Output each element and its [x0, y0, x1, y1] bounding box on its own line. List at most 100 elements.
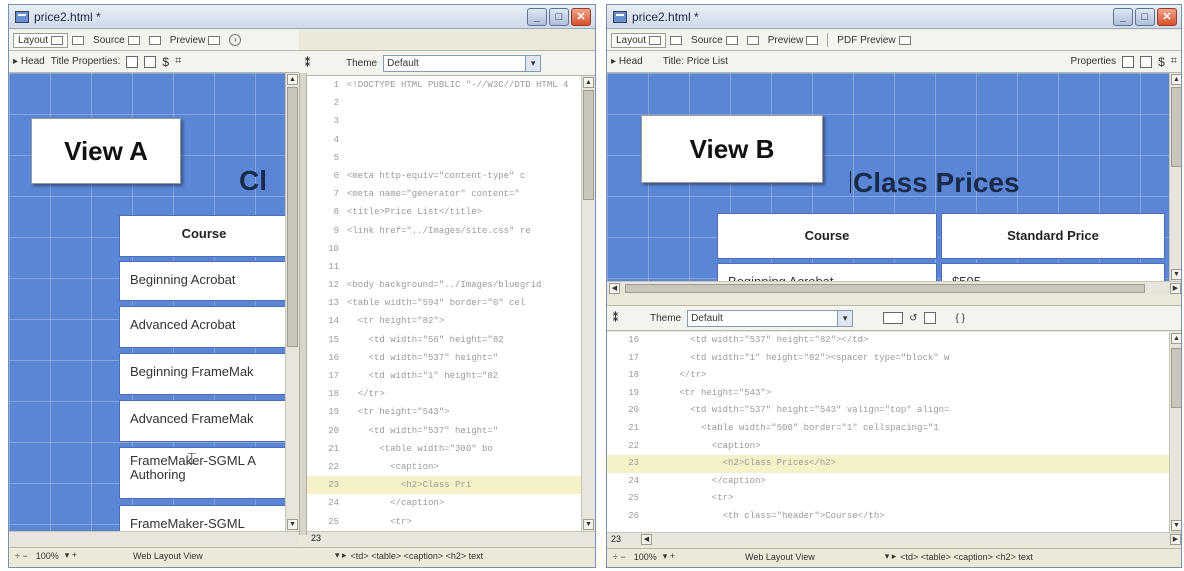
tab-layout[interactable]: Layout: [611, 32, 667, 48]
layout-view[interactable]: Cl View A Course Beginning Acrobat Advan…: [9, 73, 285, 531]
code-line[interactable]: 10: [307, 240, 583, 258]
table-cell[interactable]: Advanced FrameMak: [119, 400, 285, 442]
code-line[interactable]: 3: [307, 112, 583, 130]
link-icon[interactable]: $: [1158, 55, 1165, 69]
more-icon[interactable]: ›: [229, 34, 242, 46]
path-arrows-icon[interactable]: ▾ ▸: [335, 550, 347, 561]
table-cell[interactable]: FrameMaker-SGML: [119, 505, 285, 531]
close-button[interactable]: ✕: [571, 8, 591, 26]
code-line[interactable]: 5: [307, 149, 583, 167]
scroll-down-arrow[interactable]: ▼: [1171, 269, 1181, 280]
code-line[interactable]: 1 <!DOCTYPE HTML PUBLIC "-//W3C//DTD HTML…: [307, 76, 583, 94]
scroll-down-arrow[interactable]: ▼: [1171, 520, 1181, 531]
split-icon[interactable]: [670, 35, 683, 45]
tab-source[interactable]: Source: [686, 33, 743, 48]
code-line[interactable]: 12 <body background="../Images/bluegrid: [307, 276, 583, 294]
line-numbers-icon[interactable]: [923, 312, 936, 324]
code-line[interactable]: 9 <link href="../Images/site.css" re: [307, 222, 583, 240]
code-line[interactable]: 22 <caption>: [607, 438, 1169, 456]
scroll-thumb[interactable]: [1171, 87, 1181, 167]
page-title-field[interactable]: Title: Price List: [663, 56, 728, 67]
table-cell[interactable]: Beginning Acrobat: [119, 261, 285, 301]
format-icon[interactable]: ⁑: [305, 58, 310, 69]
wrap-icon[interactable]: [883, 312, 904, 324]
head-expander[interactable]: ▸ Head: [13, 56, 45, 67]
code-line[interactable]: 20 <td width="537" height=": [307, 422, 583, 440]
tag-path[interactable]: <td> <table> <caption> <h2> text: [900, 552, 1033, 562]
layout-vertical-scrollbar[interactable]: ▲ ▼: [1169, 73, 1181, 281]
code-line[interactable]: 11: [307, 258, 583, 276]
table-cell[interactable]: FrameMaker-SGML A Authoring: [119, 447, 285, 499]
zoom-level[interactable]: 100%: [36, 551, 59, 561]
code-line[interactable]: 19 <tr height="543">: [307, 403, 583, 421]
title-bar[interactable]: price2.html * _ □ ✕: [9, 5, 595, 29]
scroll-right-arrow[interactable]: ▶: [1170, 283, 1181, 294]
split-icon-2[interactable]: [148, 35, 161, 45]
tab-preview[interactable]: Preview: [763, 33, 824, 48]
table-cell[interactable]: Beginning Acrobat: [717, 263, 937, 281]
zoom-out-icon[interactable]: ÷ −: [15, 551, 28, 561]
format-icon[interactable]: ⁑: [613, 313, 618, 324]
close-button[interactable]: ✕: [1157, 8, 1177, 26]
code-line[interactable]: 4: [307, 131, 583, 149]
code-vertical-scrollbar[interactable]: ▲ ▼: [1169, 332, 1181, 532]
code-line[interactable]: 23 <h2>Class Prices</h2>: [607, 455, 1169, 473]
split-icon[interactable]: [72, 35, 85, 45]
page-props-icon[interactable]: [1122, 55, 1135, 68]
table-header-course[interactable]: Course: [717, 213, 937, 259]
zoom-in-icon[interactable]: ▾ +: [663, 551, 675, 562]
table-cell[interactable]: Advanced Acrobat: [119, 306, 285, 348]
code-line[interactable]: 8 <title>Price List</title>: [307, 203, 583, 221]
theme-select[interactable]: Default: [687, 309, 854, 327]
scroll-down-arrow[interactable]: ▼: [287, 519, 298, 530]
code-line[interactable]: 18 </tr>: [307, 385, 583, 403]
code-line[interactable]: 25 <tr>: [607, 490, 1169, 508]
code-vertical-scrollbar[interactable]: ▲ ▼: [581, 76, 595, 531]
maximize-button[interactable]: □: [549, 8, 569, 26]
code-line[interactable]: 22 <caption>: [307, 458, 583, 476]
tab-layout[interactable]: Layout: [13, 32, 69, 48]
table-props-icon[interactable]: [144, 55, 157, 68]
layout-horizontal-scrollbar[interactable]: ◀ ▶: [607, 281, 1181, 295]
scroll-thumb[interactable]: [583, 90, 594, 200]
theme-select[interactable]: Default: [383, 54, 542, 72]
undo-icon[interactable]: ↺: [909, 313, 917, 324]
head-expander[interactable]: ▸ Head: [611, 56, 643, 67]
code-line[interactable]: 24 </caption>: [307, 494, 583, 512]
scroll-thumb[interactable]: [1171, 348, 1181, 408]
code-line[interactable]: 19 <tr height="543">: [607, 385, 1169, 403]
image-props-icon[interactable]: ⌗: [175, 55, 181, 68]
code-line[interactable]: 16 <td width="537" height=": [307, 349, 583, 367]
code-line[interactable]: 21 <table width="300" bo: [307, 440, 583, 458]
braces-icon[interactable]: { }: [956, 313, 965, 324]
tab-source[interactable]: Source: [88, 33, 145, 48]
code-line[interactable]: 14 <tr height="82">: [307, 312, 583, 330]
scroll-up-arrow[interactable]: ▲: [1171, 74, 1181, 85]
layout-vertical-scrollbar[interactable]: ▲ ▼: [285, 73, 299, 531]
layout-horizontal-scrollbar[interactable]: [9, 531, 299, 545]
minimize-button[interactable]: _: [1113, 8, 1133, 26]
code-line[interactable]: 18 </tr>: [607, 367, 1169, 385]
scroll-down-arrow[interactable]: ▼: [583, 519, 594, 530]
zoom-out-icon[interactable]: ÷ −: [613, 552, 626, 562]
code-view[interactable]: 1 <!DOCTYPE HTML PUBLIC "-//W3C//DTD HTML…: [307, 76, 583, 531]
zoom-level[interactable]: 100%: [634, 552, 657, 562]
pane-splitter[interactable]: [299, 73, 307, 535]
code-line[interactable]: 15 <td width="56" height="82: [307, 331, 583, 349]
code-line[interactable]: 7 <meta name="generator" content=": [307, 185, 583, 203]
code-line[interactable]: 13 <table width="594" border="0" cel: [307, 294, 583, 312]
title-bar[interactable]: price2.html * _ □ ✕: [607, 5, 1181, 29]
minimize-button[interactable]: _: [527, 8, 547, 26]
tab-pdf-preview[interactable]: PDF Preview: [832, 33, 915, 48]
code-line[interactable]: 20 <td width="537" height="543" valign="…: [607, 402, 1169, 420]
image-props-icon[interactable]: ⌗: [1171, 55, 1177, 68]
table-cell[interactable]: Beginning FrameMak: [119, 353, 285, 395]
table-header-price[interactable]: Standard Price: [941, 213, 1165, 259]
zoom-in-icon[interactable]: ▾ +: [65, 550, 77, 561]
tag-path[interactable]: <td> <table> <caption> <h2> text: [351, 551, 484, 561]
code-line[interactable]: 17 <td width="1" height="82"><spacer typ…: [607, 350, 1169, 368]
scroll-up-arrow[interactable]: ▲: [1171, 333, 1181, 344]
maximize-button[interactable]: □: [1135, 8, 1155, 26]
page-props-icon[interactable]: [126, 55, 139, 68]
code-line[interactable]: 26 <th class="header">Course</th>: [607, 508, 1169, 526]
